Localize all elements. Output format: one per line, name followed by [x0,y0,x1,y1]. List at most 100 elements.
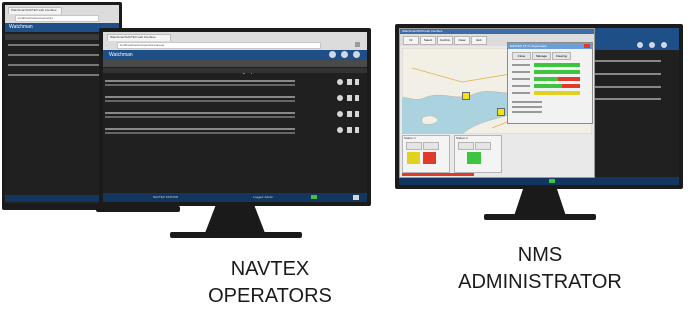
back-url-bar[interactable]: localhost/navtex/operators [15,15,99,22]
bg-status-indicator [549,179,555,183]
status-bar-alarm [558,77,580,81]
front-status-bar: NAVTEX STATION Logged: Admin [103,193,367,202]
row-status-icon[interactable] [337,79,343,85]
row-delete-icon[interactable] [355,79,359,85]
popup-close-icon[interactable] [584,44,590,48]
status-bar-alarm [562,84,580,88]
status-indicator [311,195,317,199]
browser-menu-icon[interactable] [355,42,360,47]
caption-line-1: NAVTEX [230,258,310,280]
row-status-icon[interactable] [337,111,343,117]
panel-a-alarm-tile[interactable] [423,152,436,164]
status-bar-ok [534,70,580,74]
back-browser-tab[interactable]: Watchman/NAVTEX web interface [8,7,62,14]
header-gear-icon[interactable] [329,51,336,58]
front-app-title: Watchman [109,52,133,58]
popup-info-line [512,106,542,108]
row-delete-icon[interactable] [355,127,359,133]
row-delete-icon[interactable] [355,95,359,101]
caption-line-1: NMS [517,244,563,266]
back-table-row[interactable] [8,44,108,46]
nms-monitor: Watchman/NMS web interface Nr Select Con… [395,24,683,189]
station-panel-a-title: Station 1 [404,136,416,140]
status-bar-ok [534,77,558,81]
bg-table-row[interactable] [591,98,661,100]
toolbar-button-2[interactable]: Select [420,36,436,45]
back-table-row[interactable] [8,74,108,76]
row-edit-icon[interactable] [347,79,352,85]
popup-info-line [512,101,542,103]
status-bar-ok [534,63,580,67]
toolbar-button-1[interactable]: Nr [403,36,419,45]
station-panel-a: Station 1 [402,135,450,173]
front-screen-content: NAVTEX message queue [103,60,367,202]
bg-table-row[interactable] [591,73,661,75]
station-panel-b: Station 2 [454,135,502,173]
queue-table-row[interactable] [105,77,360,89]
popup-button-1[interactable]: Close [512,52,531,60]
caption-line-2: OPERATORS [208,285,332,307]
queue-table-header [103,68,367,73]
back-table-row[interactable] [8,64,108,66]
toolbar-button-3[interactable]: Confirm [437,36,453,45]
popup-status-row [512,91,588,95]
panel-a-button[interactable] [406,142,422,150]
row-edit-icon[interactable] [347,95,352,101]
navtex-operators-caption: NAVTEX OPERATORS [170,256,370,310]
popup-button-3[interactable]: Clearing [552,52,571,60]
popup-status-row [512,70,588,74]
map-station-marker[interactable] [462,92,470,100]
status-bar-warn [534,91,580,95]
header-help-icon[interactable] [353,51,360,58]
row-status-icon[interactable] [337,95,343,101]
bg-header-icon-c[interactable] [661,42,667,48]
back-browser-chrome: Watchman/NAVTEX web interface localhost/… [5,5,119,23]
status-left-text: NAVTEX STATION [153,195,179,199]
station-panel-b-title: Station 2 [456,136,468,140]
status-window-icon[interactable] [353,195,359,200]
popup-info-line [512,111,542,113]
popup-status-row [512,84,588,88]
panel-a-button[interactable] [423,142,439,150]
row-edit-icon[interactable] [347,127,352,133]
nms-administrator-illustration: Watchman/NMS web interface Nr Select Con… [380,0,694,315]
front-url-bar[interactable]: localhost/navtex/operators/queue [117,42,321,49]
row-status-icon[interactable] [337,127,343,133]
toolbar-button-5[interactable]: Exit [471,36,487,45]
queue-panel-title-bar: NAVTEX message queue [103,60,367,75]
toolbar-button-4[interactable]: Clear [454,36,470,45]
bg-header-icon-b[interactable] [649,42,655,48]
panel-a-warn-tile[interactable] [407,152,420,164]
header-user-icon[interactable] [341,51,348,58]
front-app-header: Watchman [103,50,367,60]
caption-line-2: ADMINISTRATOR [458,271,622,293]
row-delete-icon[interactable] [355,111,359,117]
bg-table-row[interactable] [591,60,661,62]
bg-table-row[interactable] [591,86,661,88]
map-station-marker[interactable] [497,108,505,116]
front-monitor-base [170,232,302,238]
front-monitor-neck [205,205,265,233]
status-right-text: Logged: Admin [253,195,274,199]
panel-b-button[interactable] [475,142,491,150]
row-edit-icon[interactable] [347,111,352,117]
popup-title: NAVTEX TX Tx Supervision [510,44,548,48]
queue-table-row[interactable] [105,109,360,121]
back-app-title: Watchman [9,24,33,30]
front-browser-chrome: Watchman/NAVTEX web interface localhost/… [103,32,367,50]
nms-bg-status-bar [399,177,679,185]
navtex-operators-illustration: Watchman/NAVTEX web interface localhost/… [0,0,380,315]
front-browser-tab[interactable]: Watchman/NAVTEX web interface [107,34,171,41]
bg-header-icon-a[interactable] [637,42,643,48]
popup-titlebar: NAVTEX TX Tx Supervision [508,43,592,49]
queue-table-row[interactable] [105,93,360,105]
popup-button-2[interactable]: Manage [532,52,551,60]
supervision-popup: NAVTEX TX Tx Supervision Close Manage Cl… [507,42,593,124]
panel-b-button[interactable] [458,142,474,150]
map-island [421,115,439,125]
back-monitor-stand [96,206,180,212]
queue-table-row[interactable] [105,125,360,137]
panel-b-ok-tile[interactable] [467,152,481,164]
nms-monitor-neck [514,188,566,216]
back-table-row[interactable] [8,54,108,56]
